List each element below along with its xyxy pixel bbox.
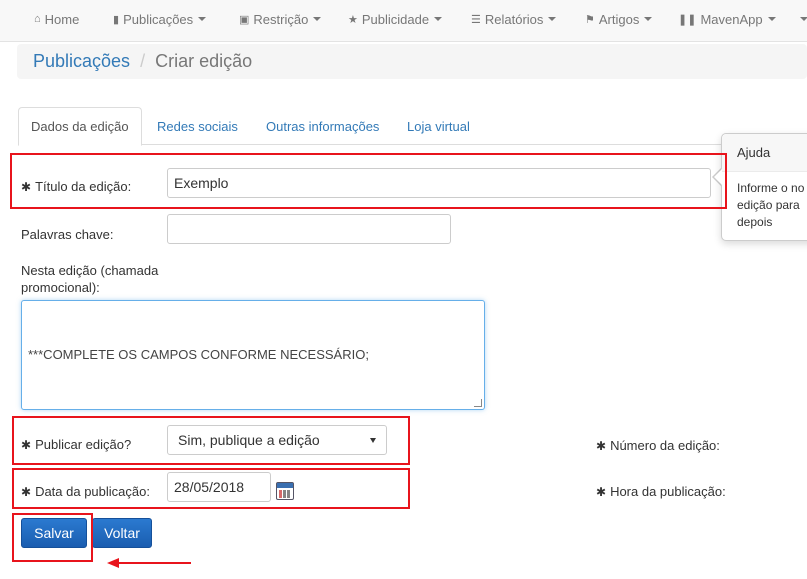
nav-artigos[interactable]: ⚑ Artigos xyxy=(585,0,653,38)
nav-restricao-label: Restrição xyxy=(253,11,309,27)
breadcrumb-current: Criar edição xyxy=(155,51,253,71)
titulo-label: ✱ Título da edição: xyxy=(21,179,131,194)
tab-bar: Dados da edição Redes sociais Outras inf… xyxy=(18,107,807,146)
resize-grip-icon[interactable] xyxy=(474,399,482,407)
required-icon: ✱ xyxy=(21,180,32,194)
help-popover-title: Ajuda xyxy=(722,134,807,172)
tab-redes-sociais[interactable]: Redes sociais xyxy=(145,107,250,145)
calendar-header xyxy=(277,483,293,488)
chamada-label-line2: promocional): xyxy=(21,280,100,295)
nav-home[interactable]: ⌂ Home xyxy=(34,0,79,38)
tab-dados-da-edicao[interactable]: Dados da edição xyxy=(18,107,142,146)
palavras-chave-input[interactable] xyxy=(167,214,451,244)
calendar-icon[interactable] xyxy=(276,482,294,500)
hora-label: ✱ Hora da publicação: xyxy=(596,484,726,499)
publicar-select-value: Sim, publique a edição xyxy=(178,432,320,448)
chamada-textarea[interactable]: ***COMPLETE OS CAMPOS CONFORME NECESSÁRI… xyxy=(21,300,485,410)
nav-publicidade[interactable]: ★ Publicidade xyxy=(348,0,443,38)
hora-label-text: Hora da publicação: xyxy=(610,484,726,499)
titulo-input[interactable]: Exemplo xyxy=(167,168,711,198)
chevron-down-icon xyxy=(434,17,443,21)
data-publicacao-label: ✱ Data da publicação: xyxy=(21,484,150,499)
chevron-down-icon xyxy=(198,17,207,21)
popover-arrow-inner xyxy=(714,169,722,185)
nav-mavenapp[interactable]: ❚❚ MavenApp xyxy=(678,0,776,38)
breadcrumb: Publicações / Criar edição xyxy=(17,44,807,79)
nav-restricao[interactable]: ▣ Restrição xyxy=(239,0,322,38)
star-icon: ★ xyxy=(348,13,358,26)
chamada-label: Nesta edição (chamada promocional): xyxy=(21,262,158,296)
tab-loja-virtual[interactable]: Loja virtual xyxy=(395,107,482,145)
barcode-icon: ❚❚ xyxy=(678,13,697,26)
chevron-down-icon xyxy=(313,17,322,21)
titulo-label-text: Título da edição: xyxy=(35,179,132,194)
nav-publicacoes-label: Publicações xyxy=(123,11,194,27)
breadcrumb-separator: / xyxy=(140,51,146,71)
chamada-textarea-text: ***COMPLETE OS CAMPOS CONFORME NECESSÁRI… xyxy=(28,347,369,362)
data-publicacao-input[interactable]: 28/05/2018 xyxy=(167,472,271,502)
list-icon: ☰ xyxy=(471,13,481,26)
annotation-arrow-head xyxy=(107,558,119,568)
nav-home-label: Home xyxy=(44,11,80,27)
publicar-select[interactable]: Sim, publique a edição xyxy=(167,425,387,455)
nav-mavenapp-label: MavenApp xyxy=(700,11,763,27)
chamada-label-line1: Nesta edição (chamada xyxy=(21,263,159,278)
required-icon: ✱ xyxy=(21,485,32,499)
nav-artigos-label: Artigos xyxy=(598,11,640,27)
nav-more-caret[interactable] xyxy=(795,0,807,38)
nav-relatorios-label: Relatórios xyxy=(484,11,544,27)
help-popover-body: Informe o no edição para depois xyxy=(737,181,805,229)
back-button[interactable]: Voltar xyxy=(92,518,152,548)
file-icon: ▮ xyxy=(113,13,120,26)
nav-publicacoes[interactable]: ▮ Publicações xyxy=(113,0,207,38)
required-icon: ✱ xyxy=(596,485,607,499)
top-navbar: ⌂ Home ▮ Publicações ▣ Restrição ★ Publi… xyxy=(0,0,807,42)
numero-label: ✱ Número da edição: xyxy=(596,438,720,453)
required-icon: ✱ xyxy=(596,439,607,453)
chevron-down-icon xyxy=(548,17,557,21)
chevron-down-icon xyxy=(767,17,776,21)
dropdown-arrow-icon xyxy=(370,437,376,443)
data-publicacao-label-text: Data da publicação: xyxy=(35,484,150,499)
palavras-chave-label: Palavras chave: xyxy=(21,227,114,242)
nav-relatorios[interactable]: ☰ Relatórios xyxy=(471,0,557,38)
home-icon: ⌂ xyxy=(34,13,41,25)
annotation-arrow-line xyxy=(118,562,191,564)
calendar-grid xyxy=(279,490,291,498)
tab-outras-informacoes[interactable]: Outras informações xyxy=(254,107,391,145)
nav-publicidade-label: Publicidade xyxy=(361,11,430,27)
required-icon: ✱ xyxy=(21,438,32,452)
chevron-down-icon xyxy=(800,17,807,21)
page: ⌂ Home ▮ Publicações ▣ Restrição ★ Publi… xyxy=(0,0,807,579)
numero-label-text: Número da edição: xyxy=(610,438,720,453)
chevron-down-icon xyxy=(644,17,653,21)
publicar-label: ✱ Publicar edição? xyxy=(21,437,131,452)
bookmark-icon: ⚑ xyxy=(585,13,595,26)
help-popover: Ajuda Informe o no edição para depois xyxy=(721,133,807,241)
publicar-label-text: Publicar edição? xyxy=(35,437,132,452)
save-button[interactable]: Salvar xyxy=(21,518,87,548)
breadcrumb-parent-link[interactable]: Publicações xyxy=(33,51,130,72)
lock-icon: ▣ xyxy=(239,13,250,26)
